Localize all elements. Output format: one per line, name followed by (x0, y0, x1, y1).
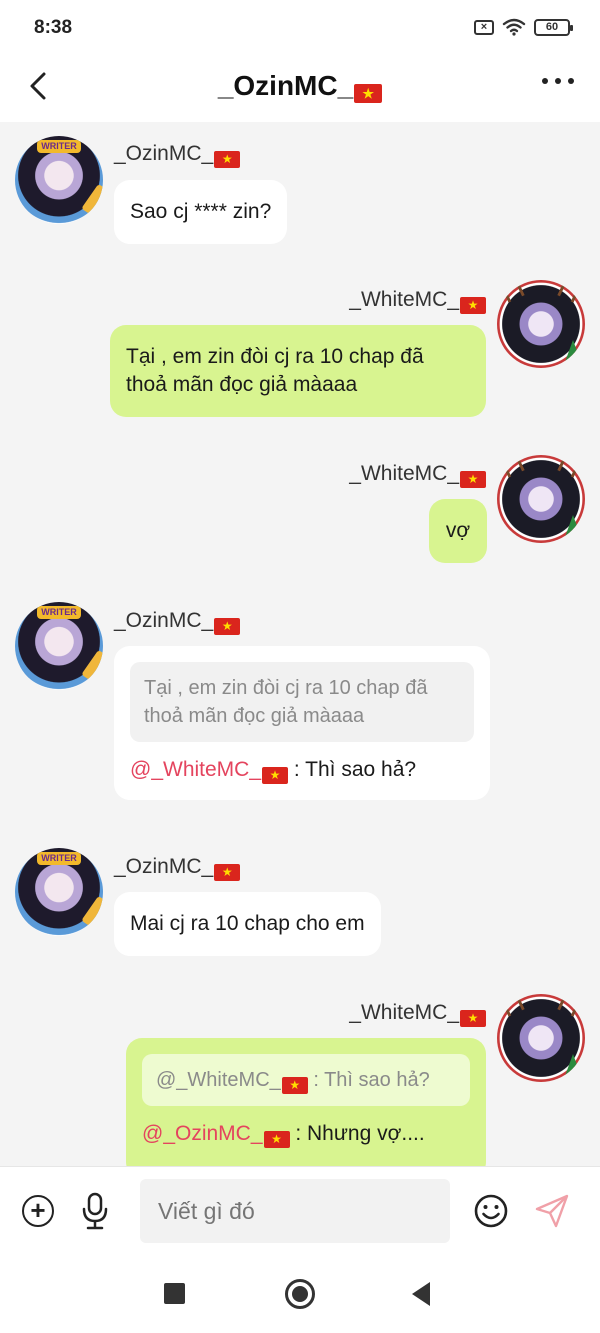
vietnam-flag-icon: ★ (354, 84, 383, 103)
quoted-name: @_WhiteMC_ (156, 1069, 281, 1091)
pen-icon (81, 649, 103, 681)
quoted-text: : Thì sao hả? (307, 1069, 430, 1091)
antler-icon (499, 455, 525, 478)
vietnam-flag-icon: ★ (460, 471, 486, 488)
message-bubble[interactable]: Tại , em zin đòi cj ra 10 chap đã thoả m… (110, 325, 486, 417)
vietnam-flag-icon: ★ (281, 1077, 308, 1094)
tree-icon (565, 1054, 581, 1076)
more-dot (555, 78, 561, 84)
message-composer: + (0, 1166, 600, 1254)
tree-icon (565, 340, 581, 362)
back-nav-button[interactable] (412, 1282, 430, 1306)
message-bubble[interactable]: Tại , em zin đòi cj ra 10 chap đã thoả m… (114, 646, 490, 800)
send-button[interactable] (534, 1193, 570, 1229)
status-bar: 8:38 × 60 (0, 0, 600, 56)
message-text: : Thì sao hả? (288, 758, 417, 781)
message-text: Sao cj **** zin? (130, 200, 272, 223)
home-button[interactable] (285, 1279, 315, 1309)
add-attachment-button[interactable]: + (22, 1195, 54, 1227)
avatar-ozin[interactable]: WRITER (15, 136, 103, 224)
chat-title-text: _OzinMC_ (217, 70, 354, 101)
x-box-icon: × (474, 19, 494, 35)
sender-name-text: _WhiteMC_ (349, 288, 459, 311)
sender-name-text: _OzinMC_ (114, 609, 214, 632)
sender-name-text: _WhiteMC_ (349, 462, 459, 485)
status-time: 8:38 (34, 17, 73, 38)
chat-title: _OzinMC_ ★ (0, 70, 600, 103)
writer-badge: WRITER (37, 606, 81, 619)
pen-icon (81, 895, 103, 927)
vietnam-flag-icon: ★ (214, 864, 241, 881)
avatar-white[interactable] (497, 994, 585, 1082)
message-input[interactable] (140, 1179, 450, 1243)
avatar-ozin[interactable]: WRITER (15, 602, 103, 690)
battery-icon: 60 (534, 18, 573, 36)
message-list[interactable]: WRITER _OzinMC_ ★ Sao cj **** zin? _White… (0, 122, 600, 1166)
sender-name: _WhiteMC_ ★ (349, 1001, 486, 1027)
message-bubble[interactable]: Mai cj ra 10 chap cho em (114, 892, 381, 956)
sender-name-text: _WhiteMC_ (349, 1001, 459, 1024)
sender-name-text: _OzinMC_ (114, 142, 214, 165)
writer-badge: WRITER (37, 852, 81, 865)
quoted-message[interactable]: Tại , em zin đòi cj ra 10 chap đã thoả m… (130, 662, 474, 742)
writer-badge: WRITER (37, 140, 81, 153)
antler-icon (499, 994, 525, 1017)
status-icons: × 60 (474, 18, 573, 36)
wifi-icon (502, 18, 526, 36)
mention-link[interactable]: @_WhiteMC_ (130, 758, 261, 781)
sender-name: _OzinMC_ ★ (114, 609, 241, 635)
mention-link[interactable]: @_OzinMC_ (142, 1122, 263, 1145)
message-text: vợ (445, 519, 471, 542)
system-nav-bar (0, 1254, 600, 1333)
vietnam-flag-icon: ★ (460, 297, 486, 314)
message-bubble[interactable]: Sao cj **** zin? (114, 180, 288, 244)
reply-text: @_WhiteMC_ ★ : Thì sao hả? (130, 756, 474, 784)
recent-apps-button[interactable] (164, 1283, 185, 1304)
antler-icon (557, 994, 583, 1017)
pen-icon (81, 183, 103, 215)
more-dot (542, 78, 548, 84)
antler-icon (499, 280, 525, 303)
microphone-button[interactable] (80, 1191, 110, 1231)
tree-icon (565, 515, 581, 537)
vietnam-flag-icon: ★ (214, 151, 241, 168)
message-bubble[interactable]: vợ (429, 499, 487, 563)
message-text: : Nhưng vợ.... (289, 1122, 425, 1145)
avatar-ozin[interactable]: WRITER (15, 848, 103, 936)
avatar-white[interactable] (497, 280, 585, 368)
message-text: Tại , em zin đòi cj ra 10 chap đã thoả m… (126, 345, 424, 396)
antler-icon (557, 455, 583, 478)
vietnam-flag-icon: ★ (263, 1131, 290, 1148)
sender-name: _WhiteMC_ ★ (349, 462, 486, 488)
more-dot (568, 78, 574, 84)
chat-header: _OzinMC_ ★ (0, 56, 600, 122)
sender-name: _OzinMC_ ★ (114, 855, 241, 881)
message-bubble[interactable]: @_WhiteMC_ ★ : Thì sao hả? @_OzinMC_ ★ : N… (126, 1038, 486, 1166)
sender-name: _OzinMC_ ★ (114, 142, 241, 168)
more-options-button[interactable] (542, 78, 574, 84)
vietnam-flag-icon: ★ (460, 1010, 486, 1027)
avatar-white[interactable] (497, 455, 585, 543)
quoted-message[interactable]: @_WhiteMC_ ★ : Thì sao hả? (142, 1054, 470, 1106)
antler-icon (557, 280, 583, 303)
sender-name-text: _OzinMC_ (114, 855, 214, 878)
sender-name: _WhiteMC_ ★ (349, 288, 486, 314)
reply-text: @_OzinMC_ ★ : Nhưng vợ.... (142, 1120, 470, 1148)
message-text: Mai cj ra 10 chap cho em (130, 912, 365, 935)
vietnam-flag-icon: ★ (214, 618, 241, 635)
vietnam-flag-icon: ★ (262, 767, 289, 784)
emoji-button[interactable] (473, 1193, 509, 1229)
